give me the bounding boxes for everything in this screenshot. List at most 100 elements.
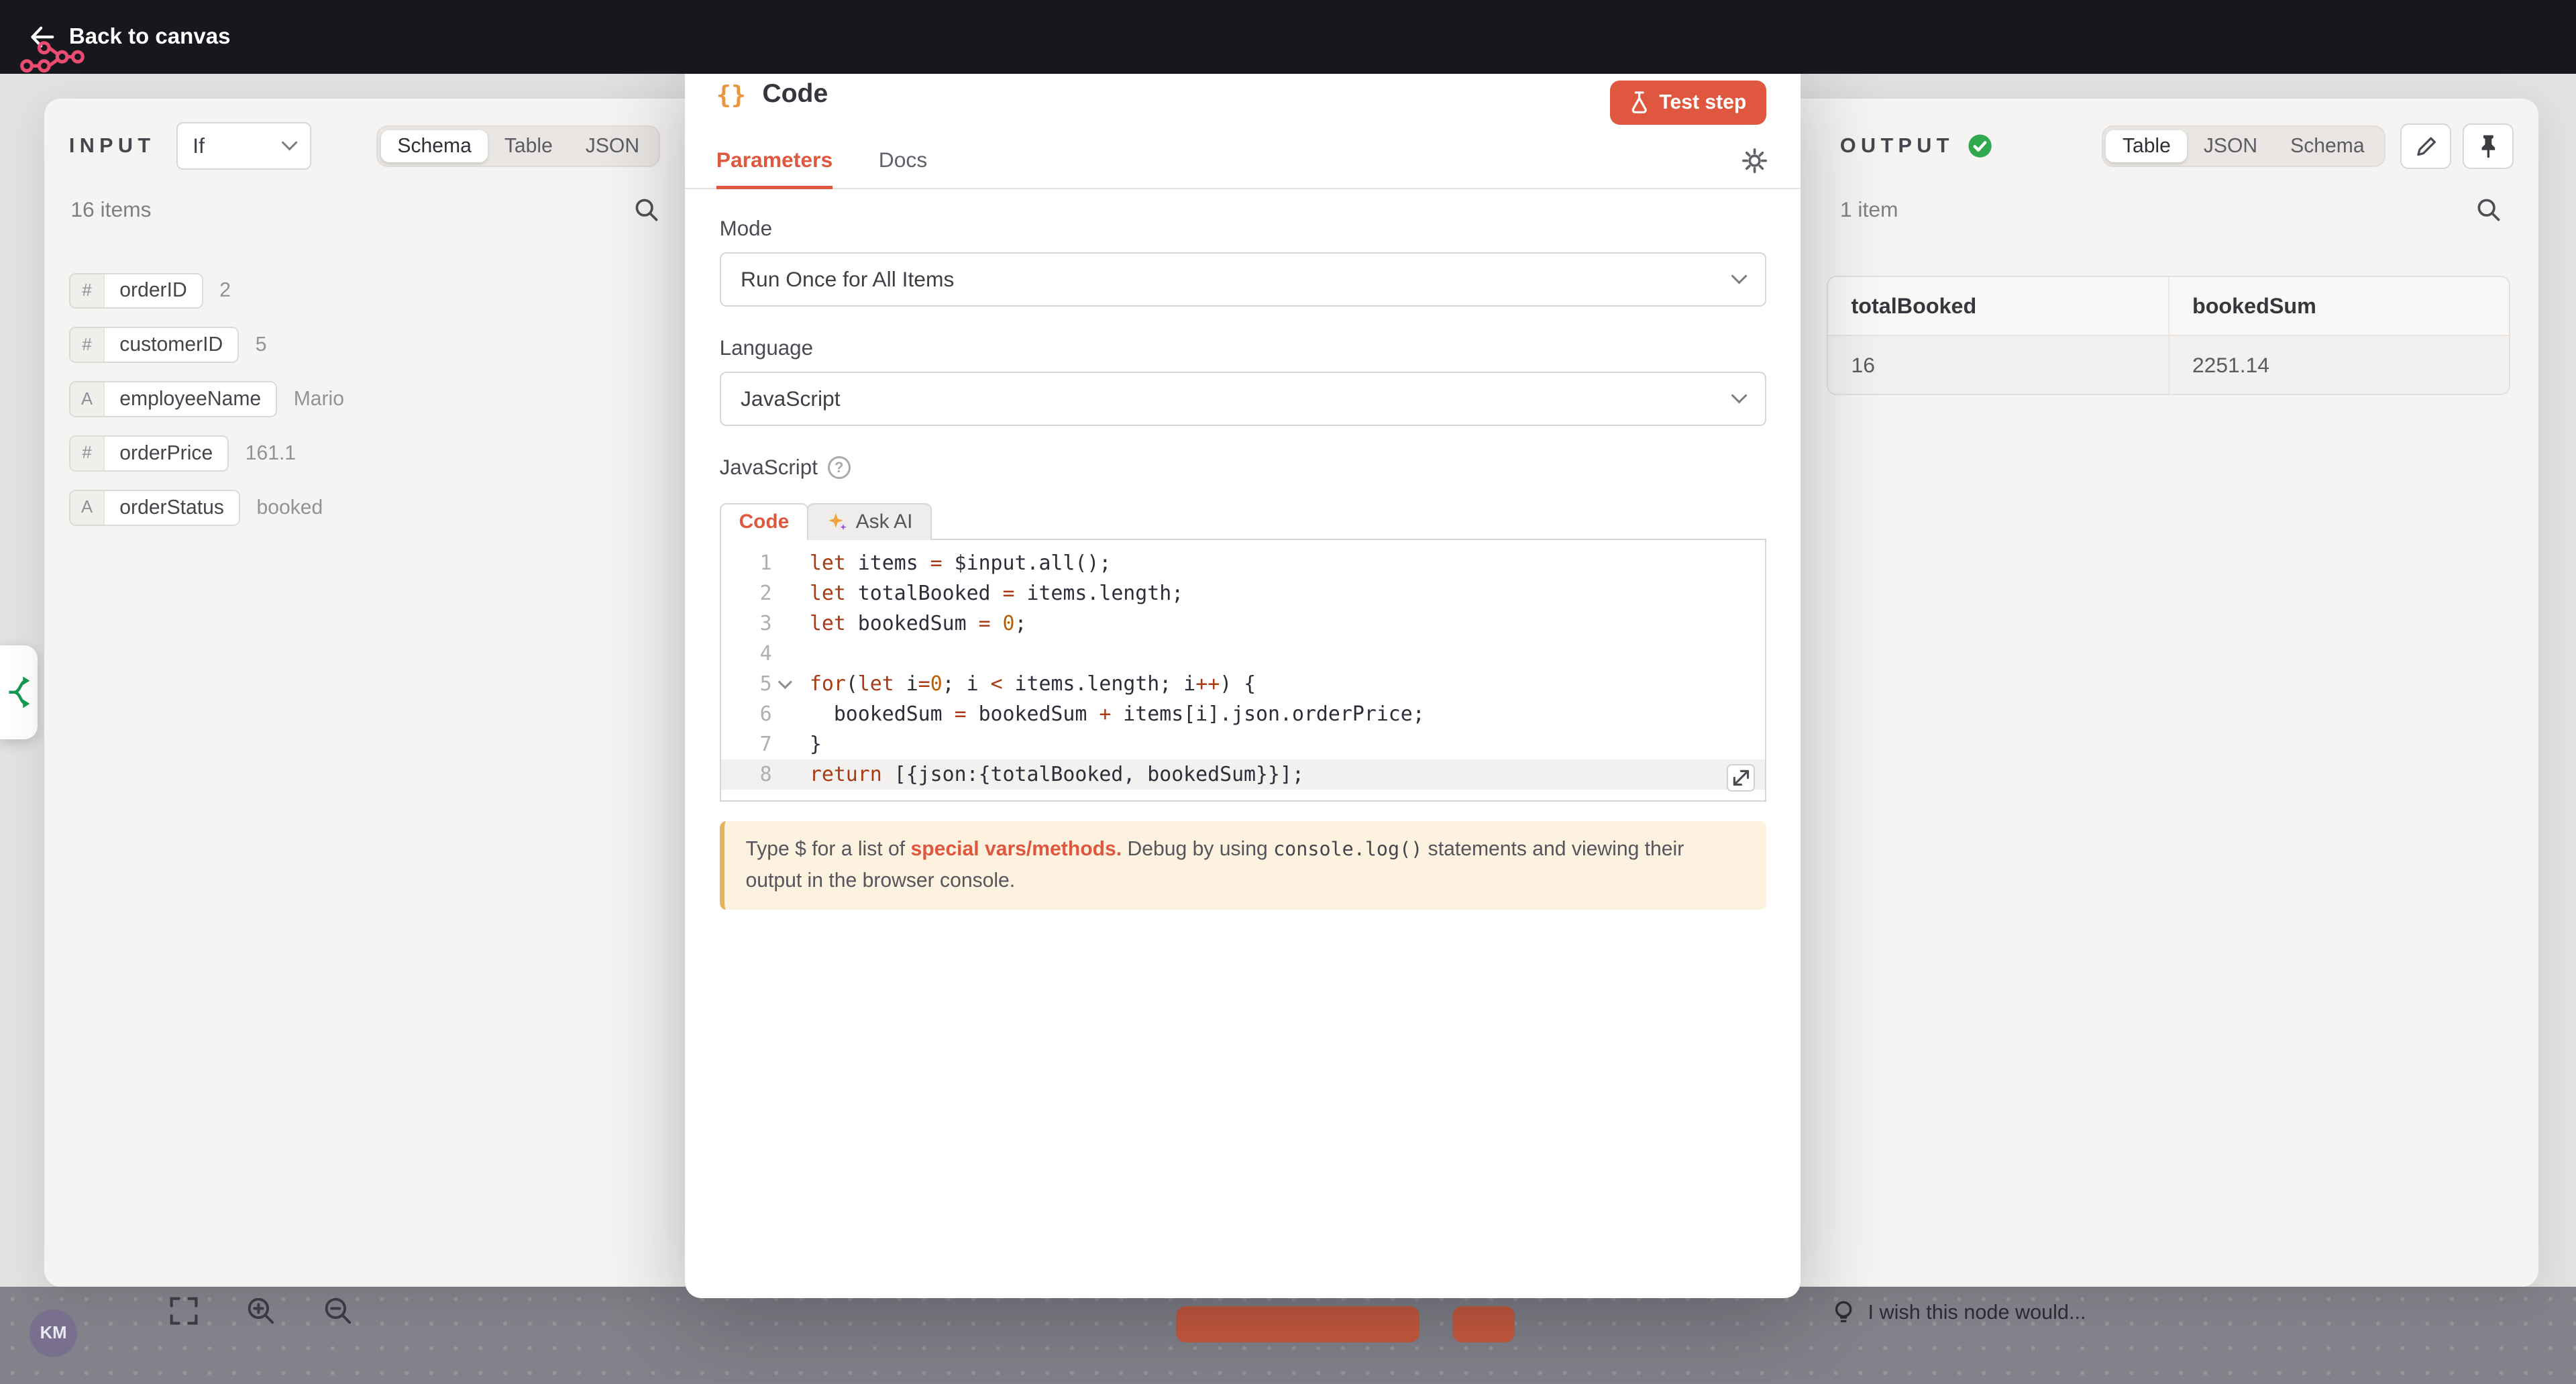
code-token: let	[858, 672, 894, 696]
tab-table[interactable]: Table	[2106, 130, 2187, 163]
tab-table[interactable]: Table	[488, 130, 569, 163]
run-workflow-button-dimmed	[1176, 1306, 1419, 1342]
input-tabs: SchemaTableJSON	[376, 125, 660, 167]
tab-parameters[interactable]: Parameters	[716, 133, 833, 187]
code-line[interactable]	[793, 639, 1764, 669]
tab-code[interactable]: Code	[720, 503, 809, 541]
expand-editor-button[interactable]	[1727, 764, 1755, 792]
language-select[interactable]: JavaScript	[720, 372, 1766, 426]
tab-json[interactable]: JSON	[569, 130, 655, 163]
code-token	[991, 612, 1003, 635]
fold-icon[interactable]	[778, 675, 792, 689]
field-pill: #orderPrice	[69, 435, 229, 472]
output-items-count: 1 item	[1840, 197, 1898, 222]
input-search-button[interactable]	[634, 197, 659, 222]
field-pill: #orderID	[69, 273, 203, 309]
field-value: Mario	[294, 388, 344, 411]
zoom-out-button[interactable]	[323, 1296, 353, 1326]
schema-field[interactable]: #orderID2	[69, 273, 344, 309]
tab-schema[interactable]: Schema	[381, 130, 488, 163]
table-cell: 16	[1828, 336, 2167, 394]
code-token: items.length; i	[1003, 672, 1196, 696]
code-token: (	[846, 672, 858, 696]
mode-label: Mode	[720, 217, 1766, 241]
code-token: =	[930, 551, 943, 575]
node-feedback-button[interactable]: I wish this node would...	[1832, 1299, 2086, 1326]
zoom-in-button[interactable]	[246, 1296, 276, 1326]
editor-tab-bar: Code Ask AI	[720, 503, 1766, 541]
zoom-to-fit-button[interactable]	[169, 1296, 199, 1326]
mode-select[interactable]: Run Once for All Items	[720, 252, 1766, 307]
input-panel: INPUT If SchemaTableJSON 16 items #order…	[44, 99, 685, 1287]
field-pill: AorderStatus	[69, 490, 240, 526]
gear-icon	[1741, 148, 1768, 174]
schema-field[interactable]: AorderStatus booked	[69, 490, 344, 526]
input-items-count: 16 items	[70, 197, 151, 222]
line-number: 4	[721, 639, 794, 669]
tab-schema[interactable]: Schema	[2274, 130, 2381, 163]
code-token: 0	[1003, 612, 1015, 635]
code-line[interactable]: let bookedSum = 0;	[793, 608, 1764, 639]
code-line[interactable]: }	[793, 729, 1764, 759]
edit-output-button[interactable]	[2400, 123, 2451, 170]
pin-data-button[interactable]	[2463, 123, 2514, 170]
code-line[interactable]: let items = $input.all();	[793, 548, 1764, 578]
field-pill: AemployeeName	[69, 381, 277, 417]
schema-field[interactable]: AemployeeName Mario	[69, 381, 344, 417]
code-token: return	[810, 763, 882, 786]
field-value: booked	[256, 496, 323, 519]
field-name: orderStatus	[105, 491, 239, 525]
code-line[interactable]: bookedSum = bookedSum + items[i].json.or…	[793, 699, 1764, 729]
code-token: let	[810, 551, 846, 575]
code-token: i	[894, 672, 918, 696]
code-token: items	[846, 551, 930, 575]
code-token: }	[810, 733, 822, 756]
tab-json[interactable]: JSON	[2187, 130, 2273, 163]
schema-field-list: #orderID2 #customerID5 AemployeeName Mario #…	[69, 273, 344, 526]
node-settings-button[interactable]	[1741, 148, 1768, 180]
code-token: =	[918, 672, 930, 696]
code-line[interactable]: return [{json:{totalBooked, bookedSum}}]…	[793, 759, 1764, 790]
back-label: Back to canvas	[69, 24, 231, 50]
expand-icon	[1732, 769, 1750, 787]
code-line[interactable]: for(let i=0; i < items.length; i++) {	[793, 669, 1764, 699]
hint-code: console.log()	[1273, 838, 1422, 860]
field-type-icon: #	[70, 328, 105, 362]
output-header: OUTPUT TableJSONSchema	[1840, 121, 2514, 170]
input-count-row: 16 items	[70, 197, 659, 222]
input-title: INPUT	[69, 134, 156, 158]
code-editor[interactable]: 12345678 let items = $input.all();let to…	[720, 539, 1766, 802]
code-token: ) {	[1220, 672, 1256, 696]
output-search-button[interactable]	[2476, 197, 2501, 222]
special-vars-link[interactable]: special vars/methods.	[910, 838, 1122, 860]
language-value: JavaScript	[741, 386, 841, 411]
code-line[interactable]: let totalBooked = items.length;	[793, 578, 1764, 608]
code-token: items.length;	[1015, 582, 1184, 605]
table-row[interactable]: 162251.14	[1828, 336, 2509, 394]
field-type-icon: #	[70, 437, 105, 470]
output-tabs: TableJSONSchema	[2102, 125, 2385, 167]
mode-value: Run Once for All Items	[741, 267, 954, 292]
fit-view-icon	[169, 1296, 199, 1326]
if-node-peek[interactable]	[0, 645, 38, 739]
schema-field[interactable]: #orderPrice 161.1	[69, 435, 344, 472]
test-step-button[interactable]: Test step	[1610, 81, 1766, 125]
tab-docs[interactable]: Docs	[879, 133, 928, 187]
code-token: =	[979, 612, 991, 635]
stop-button-dimmed	[1452, 1306, 1515, 1342]
flask-icon	[1629, 91, 1649, 114]
node-title[interactable]: Code	[762, 79, 828, 109]
tab-ask-ai[interactable]: Ask AI	[807, 503, 932, 541]
help-icon[interactable]: ?	[828, 456, 851, 479]
editor-hint: Type $ for a list of special vars/method…	[720, 821, 1766, 910]
schema-field[interactable]: #customerID5	[69, 327, 344, 363]
editor-code: let items = $input.all();let totalBooked…	[793, 540, 1764, 800]
search-icon	[2476, 197, 2501, 222]
field-name: orderID	[105, 274, 201, 308]
output-table-body: 162251.14	[1828, 336, 2509, 394]
field-value: 161.1	[246, 442, 296, 465]
code-token: bookedSum	[810, 702, 955, 726]
code-token: for	[810, 672, 846, 696]
user-avatar[interactable]: KM	[30, 1310, 77, 1357]
input-source-select[interactable]: If	[176, 122, 311, 170]
